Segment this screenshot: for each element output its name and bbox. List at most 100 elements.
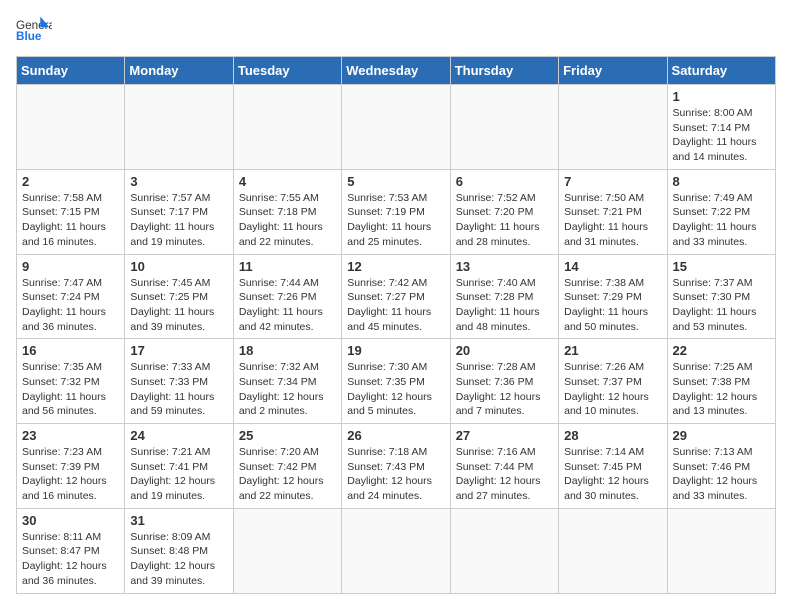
calendar-week-row: 16 Sunrise: 7:35 AM Sunset: 7:32 PM Dayli… bbox=[17, 339, 776, 424]
day-info: Sunrise: 8:09 AM Sunset: 8:48 PM Dayligh… bbox=[130, 530, 227, 589]
calendar-cell: 29Sunrise: 7:13 AM Sunset: 7:46 PM Dayli… bbox=[667, 424, 775, 509]
day-number: 7 bbox=[564, 174, 661, 189]
day-info: Sunrise: 7:55 AM Sunset: 7:18 PM Dayligh… bbox=[239, 191, 336, 250]
weekday-header: Monday bbox=[125, 57, 233, 85]
day-number: 11 bbox=[239, 259, 336, 274]
day-number: 13 bbox=[456, 259, 553, 274]
day-info: Sunrise: 7:50 AM Sunset: 7:21 PM Dayligh… bbox=[564, 191, 661, 250]
day-info: Sunrise: 7:45 AM Sunset: 7:25 PM Dayligh… bbox=[130, 276, 227, 335]
svg-text:Blue: Blue bbox=[16, 30, 42, 43]
day-number: 30 bbox=[22, 513, 119, 528]
calendar-cell: 27Sunrise: 7:16 AM Sunset: 7:44 PM Dayli… bbox=[450, 424, 558, 509]
day-number: 18 bbox=[239, 343, 336, 358]
day-info: Sunrise: 7:28 AM Sunset: 7:36 PM Dayligh… bbox=[456, 360, 553, 419]
day-info: Sunrise: 7:21 AM Sunset: 7:41 PM Dayligh… bbox=[130, 445, 227, 504]
day-info: Sunrise: 7:52 AM Sunset: 7:20 PM Dayligh… bbox=[456, 191, 553, 250]
calendar-week-row: 23 Sunrise: 7:23 AM Sunset: 7:39 PM Dayli… bbox=[17, 424, 776, 509]
day-number: 14 bbox=[564, 259, 661, 274]
calendar-cell: 6 Sunrise: 7:52 AM Sunset: 7:20 PM Daylig… bbox=[450, 169, 558, 254]
calendar-cell: 30 Sunrise: 8:11 AM Sunset: 8:47 PM Dayli… bbox=[17, 508, 125, 593]
calendar-cell: 21 Sunrise: 7:26 AM Sunset: 7:37 PM Dayli… bbox=[559, 339, 667, 424]
day-info: Sunrise: 7:57 AM Sunset: 7:17 PM Dayligh… bbox=[130, 191, 227, 250]
weekday-header: Saturday bbox=[667, 57, 775, 85]
day-number: 24 bbox=[130, 428, 227, 443]
weekday-header: Thursday bbox=[450, 57, 558, 85]
weekday-header: Tuesday bbox=[233, 57, 341, 85]
calendar-cell: 17 Sunrise: 7:33 AM Sunset: 7:33 PM Dayli… bbox=[125, 339, 233, 424]
calendar-cell: 18 Sunrise: 7:32 AM Sunset: 7:34 PM Dayli… bbox=[233, 339, 341, 424]
calendar-cell: 1 Sunrise: 8:00 AM Sunset: 7:14 PM Daylig… bbox=[667, 85, 775, 170]
day-info: Sunrise: 7:42 AM Sunset: 7:27 PM Dayligh… bbox=[347, 276, 444, 335]
calendar-cell: 26Sunrise: 7:18 AM Sunset: 7:43 PM Dayli… bbox=[342, 424, 450, 509]
calendar-cell: 14 Sunrise: 7:38 AM Sunset: 7:29 PM Dayli… bbox=[559, 254, 667, 339]
calendar-week-row: 9Sunrise: 7:47 AM Sunset: 7:24 PM Daylig… bbox=[17, 254, 776, 339]
calendar-cell: 24 Sunrise: 7:21 AM Sunset: 7:41 PM Dayli… bbox=[125, 424, 233, 509]
day-info: Sunrise: 7:33 AM Sunset: 7:33 PM Dayligh… bbox=[130, 360, 227, 419]
day-info: Sunrise: 7:30 AM Sunset: 7:35 PM Dayligh… bbox=[347, 360, 444, 419]
day-number: 1 bbox=[673, 89, 770, 104]
day-info: Sunrise: 7:58 AM Sunset: 7:15 PM Dayligh… bbox=[22, 191, 119, 250]
day-info: Sunrise: 7:14 AM Sunset: 7:45 PM Dayligh… bbox=[564, 445, 661, 504]
day-info: Sunrise: 7:26 AM Sunset: 7:37 PM Dayligh… bbox=[564, 360, 661, 419]
day-number: 16 bbox=[22, 343, 119, 358]
calendar-cell: 4Sunrise: 7:55 AM Sunset: 7:18 PM Daylig… bbox=[233, 169, 341, 254]
weekday-header: Wednesday bbox=[342, 57, 450, 85]
calendar-cell bbox=[342, 85, 450, 170]
calendar-cell bbox=[450, 85, 558, 170]
calendar-cell: 28 Sunrise: 7:14 AM Sunset: 7:45 PM Dayli… bbox=[559, 424, 667, 509]
calendar-cell: 5Sunrise: 7:53 AM Sunset: 7:19 PM Daylig… bbox=[342, 169, 450, 254]
calendar-cell bbox=[559, 85, 667, 170]
day-info: Sunrise: 7:13 AM Sunset: 7:46 PM Dayligh… bbox=[673, 445, 770, 504]
calendar-cell bbox=[450, 508, 558, 593]
day-info: Sunrise: 7:49 AM Sunset: 7:22 PM Dayligh… bbox=[673, 191, 770, 250]
day-number: 9 bbox=[22, 259, 119, 274]
day-number: 5 bbox=[347, 174, 444, 189]
calendar-cell bbox=[342, 508, 450, 593]
day-number: 25 bbox=[239, 428, 336, 443]
weekday-header: Sunday bbox=[17, 57, 125, 85]
calendar-cell: 11 Sunrise: 7:44 AM Sunset: 7:26 PM Dayli… bbox=[233, 254, 341, 339]
calendar-cell bbox=[667, 508, 775, 593]
day-info: Sunrise: 8:00 AM Sunset: 7:14 PM Dayligh… bbox=[673, 106, 770, 165]
day-number: 17 bbox=[130, 343, 227, 358]
calendar-cell: 8Sunrise: 7:49 AM Sunset: 7:22 PM Daylig… bbox=[667, 169, 775, 254]
calendar-cell: 22Sunrise: 7:25 AM Sunset: 7:38 PM Dayli… bbox=[667, 339, 775, 424]
day-number: 31 bbox=[130, 513, 227, 528]
day-info: Sunrise: 7:37 AM Sunset: 7:30 PM Dayligh… bbox=[673, 276, 770, 335]
day-number: 23 bbox=[22, 428, 119, 443]
day-number: 21 bbox=[564, 343, 661, 358]
calendar-cell bbox=[125, 85, 233, 170]
calendar-cell: 20Sunrise: 7:28 AM Sunset: 7:36 PM Dayli… bbox=[450, 339, 558, 424]
calendar-cell: 23 Sunrise: 7:23 AM Sunset: 7:39 PM Dayli… bbox=[17, 424, 125, 509]
day-info: Sunrise: 7:40 AM Sunset: 7:28 PM Dayligh… bbox=[456, 276, 553, 335]
calendar-cell: 9Sunrise: 7:47 AM Sunset: 7:24 PM Daylig… bbox=[17, 254, 125, 339]
day-info: Sunrise: 7:44 AM Sunset: 7:26 PM Dayligh… bbox=[239, 276, 336, 335]
calendar-cell: 10 Sunrise: 7:45 AM Sunset: 7:25 PM Dayli… bbox=[125, 254, 233, 339]
calendar-cell: 7 Sunrise: 7:50 AM Sunset: 7:21 PM Daylig… bbox=[559, 169, 667, 254]
calendar-cell: 19Sunrise: 7:30 AM Sunset: 7:35 PM Dayli… bbox=[342, 339, 450, 424]
calendar-cell: 15 Sunrise: 7:37 AM Sunset: 7:30 PM Dayli… bbox=[667, 254, 775, 339]
weekday-header: Friday bbox=[559, 57, 667, 85]
calendar-cell: 13 Sunrise: 7:40 AM Sunset: 7:28 PM Dayli… bbox=[450, 254, 558, 339]
calendar-cell: 16 Sunrise: 7:35 AM Sunset: 7:32 PM Dayli… bbox=[17, 339, 125, 424]
day-info: Sunrise: 8:11 AM Sunset: 8:47 PM Dayligh… bbox=[22, 530, 119, 589]
day-info: Sunrise: 7:35 AM Sunset: 7:32 PM Dayligh… bbox=[22, 360, 119, 419]
logo: General Blue bbox=[16, 16, 56, 44]
day-number: 26 bbox=[347, 428, 444, 443]
day-info: Sunrise: 7:23 AM Sunset: 7:39 PM Dayligh… bbox=[22, 445, 119, 504]
day-number: 28 bbox=[564, 428, 661, 443]
calendar-cell: 2Sunrise: 7:58 AM Sunset: 7:15 PM Daylig… bbox=[17, 169, 125, 254]
logo-icon: General Blue bbox=[16, 16, 52, 44]
calendar-cell: 3Sunrise: 7:57 AM Sunset: 7:17 PM Daylig… bbox=[125, 169, 233, 254]
calendar-cell bbox=[233, 85, 341, 170]
day-info: Sunrise: 7:32 AM Sunset: 7:34 PM Dayligh… bbox=[239, 360, 336, 419]
calendar-table: SundayMondayTuesdayWednesdayThursdayFrid… bbox=[16, 56, 776, 594]
day-number: 10 bbox=[130, 259, 227, 274]
calendar-cell bbox=[17, 85, 125, 170]
day-number: 27 bbox=[456, 428, 553, 443]
day-info: Sunrise: 7:38 AM Sunset: 7:29 PM Dayligh… bbox=[564, 276, 661, 335]
page-header: General Blue bbox=[16, 16, 776, 44]
day-info: Sunrise: 7:25 AM Sunset: 7:38 PM Dayligh… bbox=[673, 360, 770, 419]
day-number: 15 bbox=[673, 259, 770, 274]
day-number: 6 bbox=[456, 174, 553, 189]
